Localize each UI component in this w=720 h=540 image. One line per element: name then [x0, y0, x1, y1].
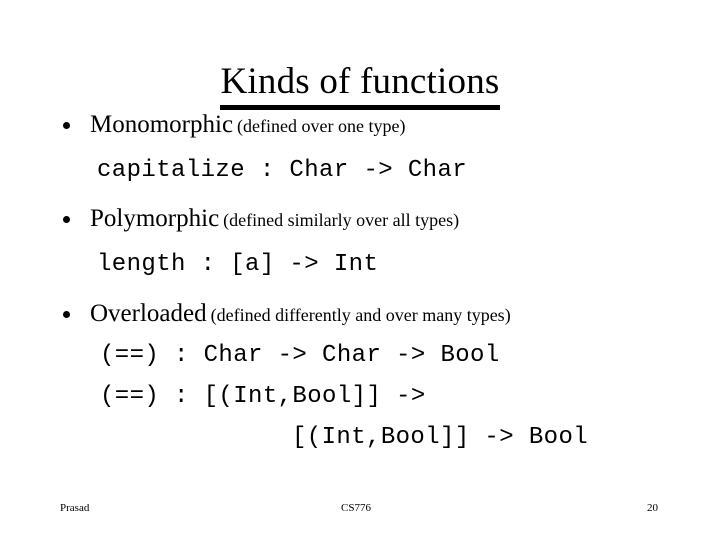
bullet-term: Polymorphic [90, 205, 220, 232]
list-item: Overloaded (defined differently and over… [0, 299, 720, 330]
bullet-note: (defined over one type) [237, 116, 406, 136]
code-line: (==) : [(Int,Bool]] -> [100, 383, 426, 410]
code-line: capitalize : Char -> Char [97, 157, 468, 184]
bullet-dot-icon [63, 122, 70, 129]
code-line: [(Int,Bool]] -> Bool [292, 424, 589, 451]
page-title: Kinds of functions [220, 61, 500, 110]
bullet-dot-icon [63, 216, 70, 223]
code-line: length : [a] -> Int [97, 251, 379, 278]
bullet-term: Monomorphic [90, 111, 234, 138]
slide-footer: Prasad CS776 20 [0, 500, 720, 516]
bullet-term: Overloaded [90, 300, 207, 327]
footer-page-number: 20 [647, 502, 658, 514]
code-line: (==) : Char -> Char -> Bool [100, 342, 500, 369]
list-item: Polymorphic (defined similarly over all … [0, 204, 720, 235]
bullet-note: (defined similarly over all types) [223, 210, 460, 230]
slide-body: Monomorphic (defined over one type) capi… [0, 110, 720, 453]
bullet-note: (defined differently and over many types… [210, 305, 511, 325]
slide: Kinds of functions Monomorphic (defined … [0, 0, 720, 540]
list-item: Monomorphic (defined over one type) [0, 110, 720, 141]
footer-course: CS776 [341, 502, 371, 514]
footer-author: Prasad [60, 502, 90, 514]
bullet-dot-icon [63, 311, 70, 318]
